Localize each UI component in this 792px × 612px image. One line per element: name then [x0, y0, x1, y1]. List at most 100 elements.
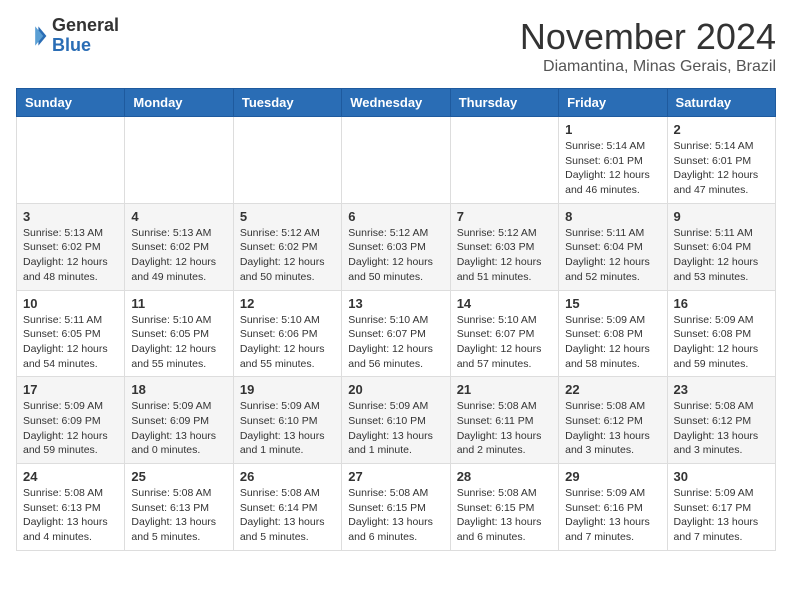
calendar-cell: 24 Sunrise: 5:08 AM Sunset: 6:13 PM Dayli…: [17, 464, 125, 551]
day-number: 20: [348, 382, 443, 397]
day-info: Sunrise: 5:10 AM Sunset: 6:05 PM Dayligh…: [131, 313, 226, 372]
day-number: 24: [23, 469, 118, 484]
day-info: Sunrise: 5:11 AM Sunset: 6:05 PM Dayligh…: [23, 313, 118, 372]
day-number: 12: [240, 296, 335, 311]
day-info: Sunrise: 5:10 AM Sunset: 6:07 PM Dayligh…: [348, 313, 443, 372]
page-header: General Blue November 2024 Diamantina, M…: [16, 16, 776, 76]
calendar-cell: 17Sunrise: 5:09 AM Sunset: 6:09 PM Dayli…: [17, 377, 125, 464]
location: Diamantina, Minas Gerais, Brazil: [520, 58, 776, 76]
calendar-cell: 28Sunrise: 5:08 AM Sunset: 6:15 PM Dayli…: [450, 464, 558, 551]
day-info: Sunrise: 5:09 AM Sunset: 6:08 PM Dayligh…: [674, 313, 769, 372]
day-info: Sunrise: 5:08 AM Sunset: 6:14 PM Dayligh…: [240, 486, 335, 545]
calendar-cell: 5 Sunrise: 5:12 AM Sunset: 6:02 PM Daylig…: [233, 203, 341, 290]
weekday-header-saturday: Saturday: [667, 89, 775, 117]
logo-blue: Blue: [52, 35, 91, 55]
weekday-header-tuesday: Tuesday: [233, 89, 341, 117]
calendar-week-5: 24 Sunrise: 5:08 AM Sunset: 6:13 PM Dayli…: [17, 464, 776, 551]
day-info: Sunrise: 5:09 AM Sunset: 6:08 PM Dayligh…: [565, 313, 660, 372]
calendar-cell: 30 Sunrise: 5:09 AM Sunset: 6:17 PM Dayli…: [667, 464, 775, 551]
calendar-cell: 20 Sunrise: 5:09 AM Sunset: 6:10 PM Dayli…: [342, 377, 450, 464]
calendar-cell: 26 Sunrise: 5:08 AM Sunset: 6:14 PM Dayli…: [233, 464, 341, 551]
day-info: Sunrise: 5:09 AM Sunset: 6:10 PM Dayligh…: [348, 399, 443, 458]
logo-general: General: [52, 15, 119, 35]
calendar-cell: 3Sunrise: 5:13 AM Sunset: 6:02 PM Daylig…: [17, 203, 125, 290]
calendar-cell: 21Sunrise: 5:08 AM Sunset: 6:11 PM Dayli…: [450, 377, 558, 464]
day-number: 26: [240, 469, 335, 484]
calendar-cell: 4Sunrise: 5:13 AM Sunset: 6:02 PM Daylig…: [125, 203, 233, 290]
calendar-cell: 10 Sunrise: 5:11 AM Sunset: 6:05 PM Dayli…: [17, 290, 125, 377]
day-info: Sunrise: 5:09 AM Sunset: 6:10 PM Dayligh…: [240, 399, 335, 458]
calendar-cell: 12 Sunrise: 5:10 AM Sunset: 6:06 PM Dayli…: [233, 290, 341, 377]
day-number: 16: [674, 296, 769, 311]
calendar-cell: 23 Sunrise: 5:08 AM Sunset: 6:12 PM Dayli…: [667, 377, 775, 464]
calendar-cell: [450, 117, 558, 204]
day-number: 18: [131, 382, 226, 397]
day-number: 5: [240, 209, 335, 224]
calendar-cell: 27 Sunrise: 5:08 AM Sunset: 6:15 PM Dayli…: [342, 464, 450, 551]
day-number: 7: [457, 209, 552, 224]
day-info: Sunrise: 5:08 AM Sunset: 6:12 PM Dayligh…: [565, 399, 660, 458]
day-number: 25: [131, 469, 226, 484]
calendar-cell: [125, 117, 233, 204]
month-title: November 2024: [520, 16, 776, 58]
day-info: Sunrise: 5:10 AM Sunset: 6:07 PM Dayligh…: [457, 313, 552, 372]
weekday-header-friday: Friday: [559, 89, 667, 117]
day-number: 6: [348, 209, 443, 224]
calendar-table: SundayMondayTuesdayWednesdayThursdayFrid…: [16, 88, 776, 551]
calendar-cell: 16 Sunrise: 5:09 AM Sunset: 6:08 PM Dayli…: [667, 290, 775, 377]
calendar-cell: 11Sunrise: 5:10 AM Sunset: 6:05 PM Dayli…: [125, 290, 233, 377]
day-info: Sunrise: 5:12 AM Sunset: 6:02 PM Dayligh…: [240, 226, 335, 285]
day-info: Sunrise: 5:12 AM Sunset: 6:03 PM Dayligh…: [348, 226, 443, 285]
weekday-header-monday: Monday: [125, 89, 233, 117]
calendar-cell: 9Sunrise: 5:11 AM Sunset: 6:04 PM Daylig…: [667, 203, 775, 290]
weekday-header-sunday: Sunday: [17, 89, 125, 117]
day-number: 27: [348, 469, 443, 484]
day-info: Sunrise: 5:08 AM Sunset: 6:13 PM Dayligh…: [131, 486, 226, 545]
day-number: 19: [240, 382, 335, 397]
day-number: 23: [674, 382, 769, 397]
day-number: 29: [565, 469, 660, 484]
day-number: 10: [23, 296, 118, 311]
day-number: 22: [565, 382, 660, 397]
calendar-week-3: 10 Sunrise: 5:11 AM Sunset: 6:05 PM Dayli…: [17, 290, 776, 377]
day-number: 14: [457, 296, 552, 311]
calendar-cell: 14 Sunrise: 5:10 AM Sunset: 6:07 PM Dayli…: [450, 290, 558, 377]
calendar-cell: 18 Sunrise: 5:09 AM Sunset: 6:09 PM Dayli…: [125, 377, 233, 464]
logo: General Blue: [16, 16, 119, 56]
day-info: Sunrise: 5:13 AM Sunset: 6:02 PM Dayligh…: [131, 226, 226, 285]
day-info: Sunrise: 5:12 AM Sunset: 6:03 PM Dayligh…: [457, 226, 552, 285]
day-info: Sunrise: 5:10 AM Sunset: 6:06 PM Dayligh…: [240, 313, 335, 372]
weekday-header-thursday: Thursday: [450, 89, 558, 117]
day-info: Sunrise: 5:08 AM Sunset: 6:15 PM Dayligh…: [457, 486, 552, 545]
calendar-cell: 13 Sunrise: 5:10 AM Sunset: 6:07 PM Dayli…: [342, 290, 450, 377]
calendar-week-1: 1Sunrise: 5:14 AM Sunset: 6:01 PM Daylig…: [17, 117, 776, 204]
day-info: Sunrise: 5:11 AM Sunset: 6:04 PM Dayligh…: [565, 226, 660, 285]
calendar-cell: 19 Sunrise: 5:09 AM Sunset: 6:10 PM Dayli…: [233, 377, 341, 464]
calendar-cell: 29 Sunrise: 5:09 AM Sunset: 6:16 PM Dayli…: [559, 464, 667, 551]
day-number: 13: [348, 296, 443, 311]
day-info: Sunrise: 5:08 AM Sunset: 6:13 PM Dayligh…: [23, 486, 118, 545]
day-number: 3: [23, 209, 118, 224]
day-number: 30: [674, 469, 769, 484]
calendar-cell: 1Sunrise: 5:14 AM Sunset: 6:01 PM Daylig…: [559, 117, 667, 204]
day-info: Sunrise: 5:09 AM Sunset: 6:09 PM Dayligh…: [131, 399, 226, 458]
day-number: 8: [565, 209, 660, 224]
day-info: Sunrise: 5:08 AM Sunset: 6:15 PM Dayligh…: [348, 486, 443, 545]
calendar-cell: [233, 117, 341, 204]
day-info: Sunrise: 5:14 AM Sunset: 6:01 PM Dayligh…: [565, 139, 660, 198]
day-info: Sunrise: 5:11 AM Sunset: 6:04 PM Dayligh…: [674, 226, 769, 285]
day-number: 2: [674, 122, 769, 137]
day-info: Sunrise: 5:08 AM Sunset: 6:12 PM Dayligh…: [674, 399, 769, 458]
calendar-cell: 22 Sunrise: 5:08 AM Sunset: 6:12 PM Dayli…: [559, 377, 667, 464]
weekday-header-wednesday: Wednesday: [342, 89, 450, 117]
day-info: Sunrise: 5:14 AM Sunset: 6:01 PM Dayligh…: [674, 139, 769, 198]
title-block: November 2024 Diamantina, Minas Gerais, …: [520, 16, 776, 76]
logo-icon: [16, 20, 48, 52]
day-info: Sunrise: 5:09 AM Sunset: 6:16 PM Dayligh…: [565, 486, 660, 545]
calendar-cell: 6 Sunrise: 5:12 AM Sunset: 6:03 PM Daylig…: [342, 203, 450, 290]
calendar-week-4: 17Sunrise: 5:09 AM Sunset: 6:09 PM Dayli…: [17, 377, 776, 464]
calendar-cell: [342, 117, 450, 204]
logo-text: General Blue: [52, 16, 119, 56]
day-info: Sunrise: 5:09 AM Sunset: 6:17 PM Dayligh…: [674, 486, 769, 545]
day-number: 21: [457, 382, 552, 397]
